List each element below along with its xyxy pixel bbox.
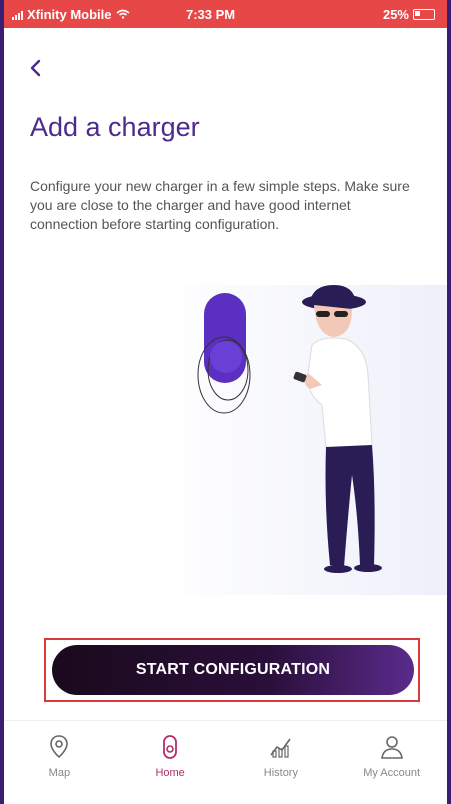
home-icon — [163, 735, 178, 759]
carrier-group: Xfinity Mobile — [12, 7, 130, 22]
tab-my-account-label: My Account — [363, 767, 421, 779]
tab-history[interactable]: History — [231, 733, 331, 779]
status-bar: Xfinity Mobile 7:33 PM 25% — [4, 0, 447, 28]
start-configuration-button[interactable]: START CONFIGURATION — [52, 645, 414, 695]
page-description: Configure your new charger in a few simp… — [30, 178, 410, 232]
carrier-name: Xfinity Mobile — [27, 7, 112, 22]
tab-home[interactable]: Home — [120, 733, 220, 779]
battery-group: 25% — [383, 7, 435, 22]
history-icon — [270, 738, 291, 758]
back-button[interactable] — [24, 54, 48, 82]
tab-my-account[interactable]: My Account — [342, 733, 442, 779]
battery-icon — [413, 9, 435, 20]
app-screen: Xfinity Mobile 7:33 PM 25% Add a charger… — [0, 0, 451, 804]
account-icon — [380, 736, 403, 759]
chevron-left-icon — [30, 59, 41, 77]
wifi-icon — [115, 7, 130, 22]
battery-percent: 25% — [382, 7, 409, 22]
tab-map-label: Map — [48, 767, 71, 779]
tab-home-label: Home — [155, 767, 185, 779]
tab-map[interactable]: Map — [9, 733, 109, 779]
clock-time: 7:33 PM — [186, 7, 236, 22]
signal-icon — [12, 10, 23, 20]
charger-illustration — [154, 285, 447, 595]
map-icon — [50, 735, 69, 759]
bottom-tab-bar: Map Home History My Account — [4, 720, 447, 804]
tab-history-label: History — [263, 767, 298, 779]
page-title: Add a charger — [30, 112, 200, 142]
